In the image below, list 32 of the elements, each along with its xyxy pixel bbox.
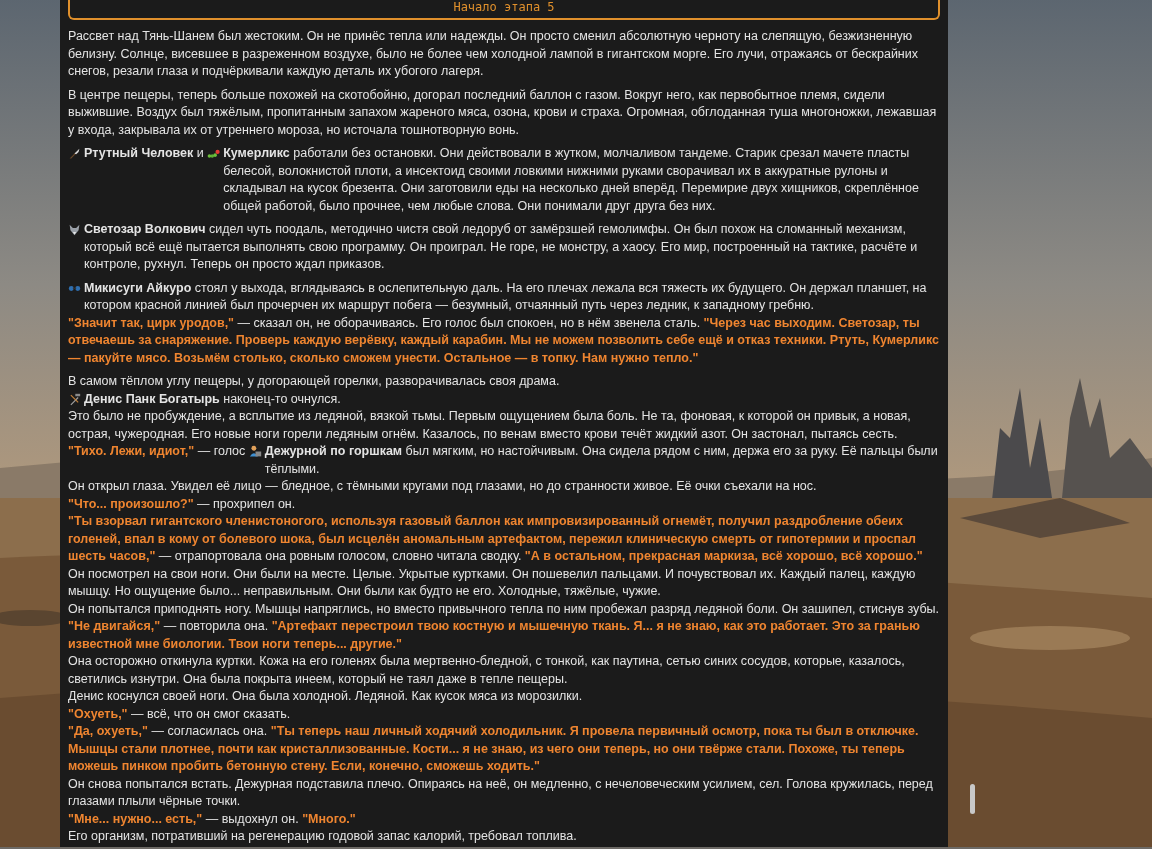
- story-text: Рассвет над Тянь-Шанем был жестоким. Он не принёс тепла или надежды. Он просто сменил абсолютную черноту на слепящую, безжизненную белизну. Солнце, висевшее в разреженном воздухе, было не более чем холодной лампой в гигантском морге. Его лучи, отражаясь от бескрайних снегов, резали глаза и подчёркивали каждую деталь их убогого лагеря.: [68, 29, 918, 78]
- story-text: Дежурной по горшкам был мягким, но настойчивым. Она сидела рядом с ним, держа его за руку. Её пальцы были тёплыми.: [264, 443, 939, 478]
- stage-title: Начало этапа 5: [453, 0, 555, 17]
- story-text: Кумерликс работали без остановки. Они действовали в жутком, молчаливом тандеме. Старик срезал мачете пласты белесой, волокнистой плоти, а инсектоид своими ловкими нижними руками сворачивал их в аккуратные рулоны и складывал на кусок брезента. Они заготовили еды на несколько дней вперёд. Перемирие двух хищников, скреплённое общей работой, было прочнее, чем любые слова. Они понимали друг друга без них.: [223, 145, 920, 215]
- story-text: "Да, охуеть," — согласилась она. "Ты теперь наш личный ходячий холодильник. Я провела первичный осмотр, пока ты был в отключке. Мышцы стали плотнее, почти как кристаллизованные. Кости... я не знаю, из чего они теперь, но они твёрже стали. Похоже, ты теперь можешь пинком пробить бетонную стену. Если, конечно, сможешь ходить.": [68, 724, 919, 773]
- story-text: Он снова попытался встать. Дежурная подставила плечо. Опираясь на неё, он медленно, с нечеловеческим усилием, сел. Голова кружилась, перед глазами плыли чёрные точки.: [68, 776, 933, 808]
- story-text: Микисуги Айкуро стоял у выхода, вглядываясь в ослепительную даль. На его плечах лежала вся тяжесть их будущего. Он держал планшет, на котором красной линией был прочерчен их маршрут побега — безумный, отчаянный путь через ледник, к западному гребню.: [84, 279, 928, 314]
- story-text: Денис Панк Богатырь наконец-то очнулся.: [84, 390, 342, 408]
- wolf-icon: [68, 223, 81, 236]
- tools-icon: [68, 392, 81, 406]
- scrollbar-thumb[interactable]: [970, 784, 975, 814]
- story-text: Она осторожно откинула куртки. Кожа на его голенях была мертвенно-бледной, с тонкой, как паутина, сетью синих сосудов, которые, казалось, светились изнутри. Она была покрыта инеем, который не таял даже в тепле пещеры.: [68, 654, 905, 686]
- story-text: Он посмотрел на свои ноги. Они были на месте. Целые. Укрытые куртками. Он пошевелил пальцами. И почувствовал их. Каждый палец, каждую мышцу. Но ощущение было... неправильным. Они были как будто не его. Холодные, тяжёлые, чужие.: [68, 566, 916, 598]
- story-text: "Значит так, цирк уродов," — сказал он, не оборачиваясь. Его голос был спокоен, но в нём звенела сталь. "Через час выходим. Светозар, ты отвечаешь за снаряжение. Проверь каждую верёвку, каждый карабин. Мы не можем позволить себе ещё и отказ техники. Ртуть, Кумерликс — пакуйте мясо. Возьмём столько, сколько сможем унести. Остальное — в топку. Нам нужно тепло.": [68, 315, 940, 365]
- story-text: Его организм, потративший на регенерацию годовой запас калорий, требовал топлива.: [68, 829, 577, 843]
- story-text: "Мне... нужно... есть," — выдохнул он. "Много.": [68, 811, 356, 826]
- story-text: Денис коснулся своей ноги. Она была холодной. Ледяной. Как кусок мяса из морозилки.: [68, 689, 583, 703]
- story-text: Он попытался приподнять ногу. Мышцы напряглись, но вместо привычного тепла по ним пробежал разряд ледяной боли. Он зашипел, стиснув зубы.: [68, 601, 940, 616]
- story-text: В центре пещеры, теперь больше похожей на скотобойню, догорал последний баллон с газом. Вокруг него, как первобытное племя, сидели выжившие. Воздух был тяжёлым, пропитанным запахом жареного мяса, озона, крови и страха. Огромная, обглоданная туша многоножки, лежавшая у входа, закрывала их от утреннего мороза, но источала тошнотворную вонь.: [68, 87, 937, 137]
- story-text: Ртутный Человек и: [84, 145, 205, 162]
- knife-icon: [68, 147, 81, 160]
- story-text: "Что... произошло?" — прохрипел он.: [68, 496, 296, 511]
- story-text: Он открыл глаза. Увидел её лицо — бледное, с тёмными кругами под глазами, но до странности живое. Её очки съехали на нос.: [68, 479, 817, 493]
- story-text: "Ты взорвал гигантского членистоногого, используя газовый баллон как импровизированный огнемёт, получил раздробление обеих голеней, впал в кому от болевого шока, был исцелён аномальным артефактом, пережил клиническую смерть от гипотермии и проспал шесть часов," — отрапортовала она ровным голосом, словно читала сводку. "А в остальном, прекрасная маркиза, всё хорошо, всё хорошо.": [68, 514, 923, 563]
- story-text: Светозар Волкович сидел чуть поодаль, методично чистя свой ледоруб от замёрзшей гемолимфы. Он был похож на сломанный механизм, который всё ещё пытается выполнять свою программу. Он проиграл. Не горе, не монстру, а хаосу. Его мир, построенный на тактике, расчёте и контроле, рухнул. Теперь он просто ждал приказов.: [84, 221, 919, 273]
- story-text: "Охуеть," — всё, что он смог сказать.: [68, 706, 291, 721]
- person-laptop-icon: [248, 445, 262, 458]
- story-text: В самом тёплом углу пещеры, у догорающей горелки, разворачивалась своя драма.: [68, 374, 560, 388]
- caterpillar-icon: [207, 147, 221, 160]
- story-text: "Тихо. Лежи, идиот," — голос: [68, 443, 247, 460]
- story-text: Это было не пробуждение, а всплытие из ледяной, вязкой тьмы. Первым ощущением была боль. Не та, фоновая, к которой он привык, а новая, острая, чужеродная. Его новые ноги горели ледяным огнём. Казалось, по венам вместо крови течёт жидкий азот. Он застонал, пытаясь сесть.: [68, 409, 911, 441]
- story-text: "Не двигайся," — повторила она. "Артефакт перестроил твою костную и мышечную ткань. Я... я не знаю, как это работает. Это за гранью известной мне биологии. Твои ноги теперь... другие.": [68, 619, 920, 651]
